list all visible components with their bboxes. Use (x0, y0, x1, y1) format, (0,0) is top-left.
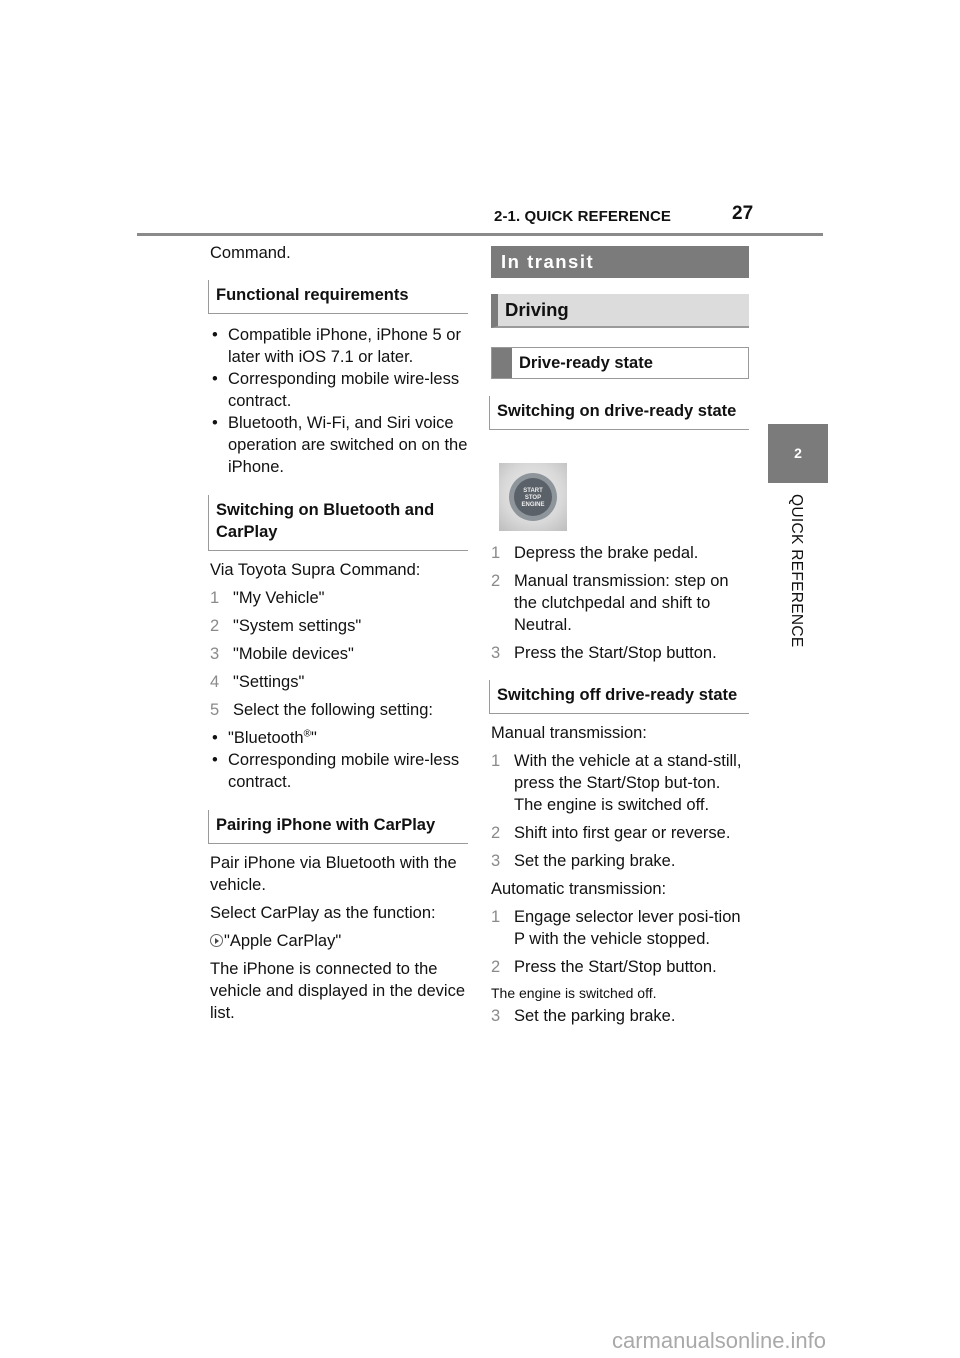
step-item: 1 With the vehicle at a stand-still, pres… (491, 750, 749, 816)
list-item: Bluetooth, Wi-Fi, and Siri voice operati… (210, 412, 468, 478)
step-number: 3 (491, 852, 501, 870)
step-text: With the vehicle at a stand-still, press… (514, 752, 742, 792)
step-number: 3 (491, 644, 501, 662)
step-text: "Mobile devices" (233, 645, 354, 663)
bluetooth-setting-text: "Bluetooth (228, 729, 304, 747)
step-text: Depress the brake pedal. (514, 544, 699, 562)
registered-mark: ® (303, 728, 311, 740)
step-item: 3 Set the parking brake. (491, 850, 749, 872)
pairing-para: Select CarPlay as the function: (210, 904, 436, 922)
list-item: Compatible iPhone, iPhone 5 or later wit… (210, 324, 468, 368)
watermark: carmanualsonline.info (612, 1328, 827, 1353)
page-number: 27 (732, 203, 754, 224)
step-item: 3 Press the Start/Stop button. (491, 642, 749, 664)
step-item: 1 Engage selector lever posi-tion P with … (491, 906, 749, 950)
arrow-right-circle-icon (210, 934, 223, 947)
image-label: START (523, 488, 543, 494)
step-number: 2 (210, 617, 220, 635)
setting-list: "Bluetooth®" Corresponding mobile wire-l… (210, 727, 468, 793)
pairing-heading: Pairing iPhone with CarPlay (208, 810, 468, 844)
step-text: "System settings" (233, 617, 362, 635)
step-note: The engine is switched off. (514, 796, 710, 814)
step-text: Press the Start/Stop button. (514, 644, 717, 662)
pairing-para: The iPhone is connected to the vehicle a… (210, 960, 466, 1022)
automatic-label: Automatic transmission: (491, 880, 667, 898)
pairing-para: Pair iPhone via Bluetooth with the vehic… (210, 854, 457, 894)
step-text: Press the Start/Stop button. (514, 958, 717, 976)
step-number: 3 (210, 645, 220, 663)
chapter-number: 2 (794, 445, 802, 461)
step-text: Manual transmission: step on the clutchp… (514, 572, 729, 634)
step-item: 2 Press the Start/Stop button. (491, 956, 749, 978)
step-number: 3 (491, 1007, 501, 1025)
topic-title: Drive-ready state (519, 354, 653, 372)
step-item: 2 "System settings" (210, 615, 468, 637)
header-section-title: 2-1. QUICK REFERENCE (494, 208, 672, 225)
step-item: 2 Shift into first gear or reverse. (491, 822, 749, 844)
requirements-list: Compatible iPhone, iPhone 5 or later wit… (210, 324, 468, 478)
step-item: 2 Manual transmission: step on the clutch… (491, 570, 749, 636)
functional-requirements-heading: Functional requirements (208, 280, 468, 314)
chapter-tab[interactable]: 2 (768, 424, 828, 483)
list-item: Corresponding mobile wire-less contract. (210, 368, 468, 412)
manual-label: Manual transmission: (491, 724, 647, 742)
step-item: 5 Select the following setting: (210, 699, 468, 721)
header-rule (137, 233, 823, 236)
step-number: 5 (210, 701, 220, 719)
step-number: 2 (491, 572, 501, 590)
switching-on-bluetooth-heading: Switching on Bluetooth and CarPlay (208, 495, 468, 551)
banner-marker (492, 348, 512, 378)
step-text: Select the following setting: (233, 701, 433, 719)
step-number: 1 (491, 752, 501, 770)
step-number: 1 (491, 544, 501, 562)
subsection-banner: Driving (491, 294, 749, 328)
step-number: 1 (491, 908, 501, 926)
section-banner: In transit (491, 246, 749, 278)
step-item: 3 Set the parking brake. (491, 1005, 749, 1027)
intro-text: Command. (210, 244, 291, 262)
list-item: Corresponding mobile wire-less contract. (210, 749, 468, 793)
step-text: "Settings" (233, 673, 305, 691)
step-text: Set the parking brake. (514, 852, 676, 870)
step-text: "My Vehicle" (233, 589, 325, 607)
step-number: 2 (491, 824, 501, 842)
menu-item-label: "Apple CarPlay" (224, 932, 342, 950)
automatic-steps: 1 Engage selector lever posi-tion P with … (491, 906, 749, 978)
automatic-final-step: 3 Set the parking brake. (491, 1005, 749, 1027)
button-core: START STOP ENGINE (514, 478, 552, 516)
image-label: STOP (524, 495, 542, 501)
step-text: Engage selector lever posi-tion P with t… (514, 908, 741, 948)
list-item: "Bluetooth®" (210, 727, 468, 749)
topic-banner: Drive-ready state (491, 347, 749, 379)
left-column: Command. Functional requirements Compati… (208, 242, 468, 1024)
step-number: 4 (210, 673, 220, 691)
menu-path: "Apple CarPlay" (210, 930, 468, 952)
step-item: 1 "My Vehicle" (210, 587, 468, 609)
step-item: 3 "Mobile devices" (210, 643, 468, 665)
right-column: In transit Driving Drive-ready state Swi… (489, 246, 749, 1033)
quote-end: " (310, 729, 317, 747)
manual-steps: 1 With the vehicle at a stand-still, pres… (491, 750, 749, 872)
bluetooth-steps: 1 "My Vehicle" 2 "System settings" 3 "Mobil… (210, 587, 468, 721)
step-item: 1 Depress the brake pedal. (491, 542, 749, 564)
switching-intro: Via Toyota Supra Command: (210, 561, 421, 579)
switching-off-heading: Switching off drive-ready state (489, 680, 749, 714)
image-label: ENGINE (521, 502, 545, 508)
step-number: 1 (210, 589, 220, 607)
step-text: Shift into first gear or reverse. (514, 824, 731, 842)
switching-on-heading: Switching on drive-ready state (489, 396, 749, 430)
step-item: 4 "Settings" (210, 671, 468, 693)
chapter-label: QUICK REFERENCE (788, 494, 805, 648)
step-text: Set the parking brake. (514, 1007, 676, 1025)
switching-on-steps: 1 Depress the brake pedal. 2 Manual transm… (491, 542, 749, 664)
automatic-note: The engine is switched off. (491, 985, 657, 1001)
start-stop-button-image: START STOP ENGINE (499, 463, 567, 531)
step-number: 2 (491, 958, 501, 976)
